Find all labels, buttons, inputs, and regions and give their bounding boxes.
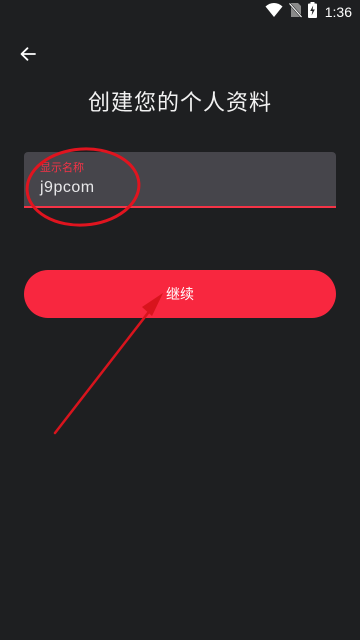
status-bar: 1:36 — [0, 0, 360, 24]
display-name-field[interactable]: 显示名称 j9pcom — [24, 152, 336, 208]
page-title: 创建您的个人资料 — [87, 91, 272, 116]
wifi-icon — [265, 2, 283, 22]
continue-button[interactable]: 继续 — [24, 270, 336, 318]
no-sim-icon — [288, 2, 303, 22]
battery-charging-icon — [307, 2, 317, 22]
display-name-input[interactable]: j9pcom — [40, 178, 95, 198]
status-time: 1:36 — [324, 4, 352, 20]
display-name-label: 显示名称 — [40, 161, 84, 174]
arrow-back-icon — [19, 45, 37, 67]
profile-setup-screen: 1:36 创建您的个人资料 显示名称 j9pcom 继续 — [0, 0, 360, 640]
back-button[interactable] — [14, 42, 42, 70]
annotation-arrow-line — [53, 298, 160, 435]
status-icons: 1:36 — [265, 2, 352, 22]
